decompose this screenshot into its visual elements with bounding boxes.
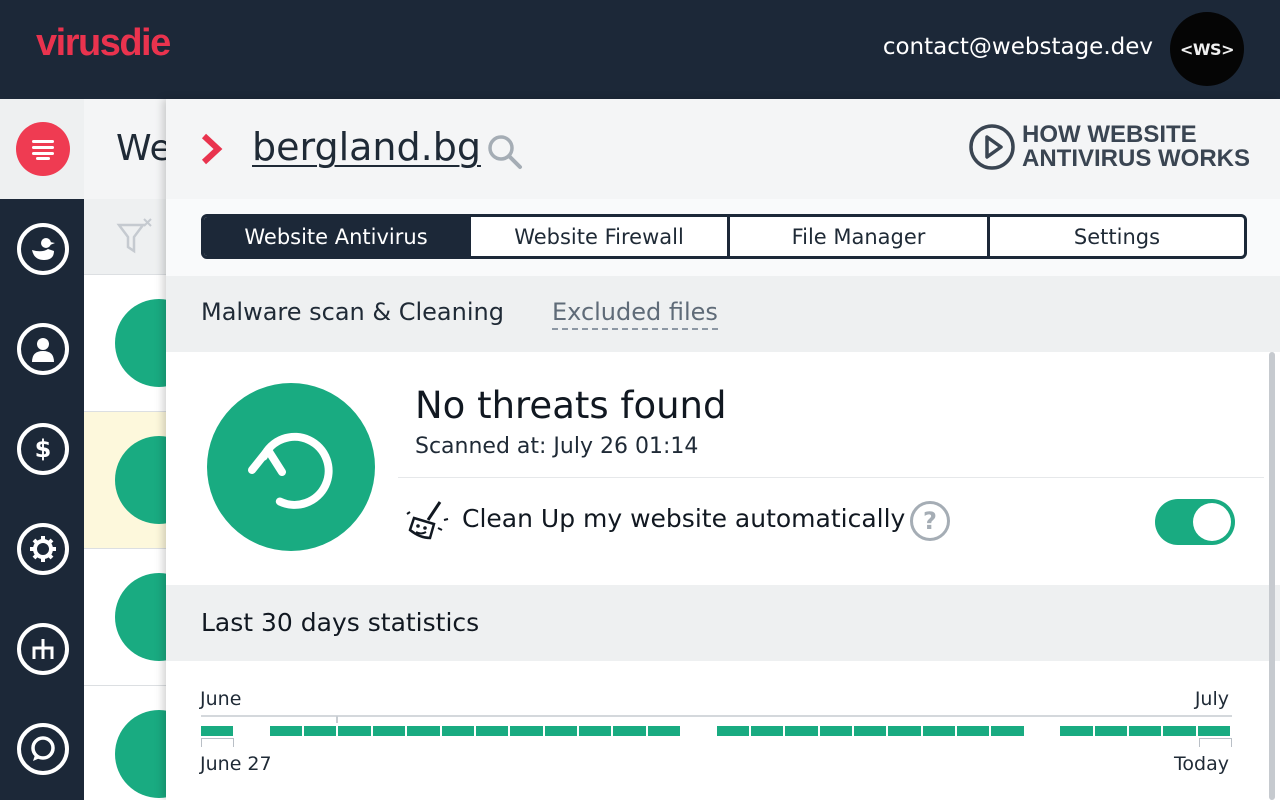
day-bar[interactable]: [750, 726, 784, 736]
sidebar: $: [0, 99, 84, 800]
day-bar[interactable]: [544, 726, 578, 736]
list-item[interactable]: [84, 412, 203, 549]
refresh-icon: [248, 432, 333, 509]
day-bar[interactable]: [372, 726, 406, 736]
sidebar-item-users[interactable]: [17, 323, 69, 375]
site-panel: bergland.bg HOW WEBSITE ANTIVIRUS WORKS …: [166, 99, 1280, 800]
month-start-label: June: [200, 688, 242, 710]
broom-icon: [406, 501, 449, 540]
how-it-works-label: HOW WEBSITE ANTIVIRUS WORKS: [1022, 121, 1250, 172]
sidebar-top: [0, 99, 84, 199]
tab-file-manager[interactable]: File Manager: [727, 217, 987, 256]
day-bar[interactable]: [1094, 726, 1127, 736]
day-bar[interactable]: [269, 726, 303, 736]
background-page-title: We: [116, 128, 172, 169]
dollar-icon: $: [34, 435, 52, 463]
day-bar[interactable]: [888, 726, 921, 736]
scan-status-indicator[interactable]: [207, 383, 375, 551]
list-item[interactable]: [84, 549, 203, 686]
tabs-bar: Website Antivirus Website Firewall File …: [166, 199, 1280, 276]
day-bar[interactable]: [1163, 726, 1196, 736]
gear-icon: [30, 536, 56, 562]
tabs: Website Antivirus Website Firewall File …: [201, 214, 1247, 259]
day-bar[interactable]: [991, 726, 1024, 736]
day-bar[interactable]: [304, 726, 337, 736]
play-circle-icon: [969, 124, 1015, 170]
day-bar[interactable]: [475, 726, 509, 736]
sidebar-item-sitemap[interactable]: [17, 623, 69, 675]
month-end-label: July: [1194, 688, 1229, 710]
sitemap-icon: [32, 639, 54, 659]
scanned-at: Scanned at: July 26 01:14: [415, 434, 699, 459]
tab-website-antivirus[interactable]: Website Antivirus: [204, 217, 468, 256]
help-icon[interactable]: ?: [910, 501, 950, 541]
day-bar[interactable]: [510, 726, 543, 736]
day-bar[interactable]: [1197, 726, 1230, 736]
day-bar[interactable]: [647, 726, 681, 736]
day-bar[interactable]: [853, 726, 887, 736]
day-bar[interactable]: [579, 726, 612, 736]
subtab-malware-scan[interactable]: Malware scan & Cleaning: [201, 298, 504, 326]
background-filter-bar: [84, 199, 174, 275]
last-day-bracket: [1199, 738, 1232, 747]
subtab-excluded-files[interactable]: Excluded files: [552, 298, 718, 330]
timeline-axis: [201, 715, 1232, 717]
chat-icon: [31, 736, 55, 761]
menu-button[interactable]: [16, 122, 70, 176]
sidebar-item-billing[interactable]: $: [17, 423, 69, 475]
first-day-bracket: [201, 738, 234, 747]
divider: [398, 477, 1264, 478]
tab-settings[interactable]: Settings: [987, 217, 1244, 256]
first-day-label: June 27: [200, 753, 272, 775]
day-bar[interactable]: [613, 726, 646, 736]
day-bar[interactable]: [441, 726, 474, 736]
status-title: No threats found: [415, 384, 727, 427]
month-boundary-tick: [336, 716, 338, 723]
day-bar[interactable]: [716, 726, 749, 736]
day-bar[interactable]: [922, 726, 956, 736]
list-item[interactable]: [84, 275, 203, 412]
toggle-knob: [1193, 503, 1231, 541]
day-bar[interactable]: [957, 726, 990, 736]
day-bars: [201, 726, 1232, 736]
chevron-right-icon[interactable]: [200, 133, 224, 165]
user-icon: [32, 338, 54, 362]
day-bar[interactable]: [819, 726, 852, 736]
day-bar[interactable]: [201, 726, 234, 736]
filter-clear-icon[interactable]: [116, 217, 156, 257]
auto-cleanup-label: Clean Up my website automatically: [462, 504, 906, 533]
user-email[interactable]: contact@webstage.dev: [883, 34, 1153, 60]
duck-icon: [32, 238, 55, 260]
avatar[interactable]: <WS>: [1170, 12, 1244, 86]
scan-status-card: No threats found Scanned at: July 26 01:…: [166, 352, 1280, 585]
scrollbar-thumb[interactable]: [1269, 352, 1275, 800]
subtabs: Malware scan & Cleaning Excluded files: [166, 276, 1280, 352]
day-bar[interactable]: [407, 726, 440, 736]
top-bar: virusdie contact@webstage.dev <WS>: [0, 0, 1280, 99]
sidebar-item-duck[interactable]: [17, 223, 69, 275]
logo[interactable]: virusdie: [36, 22, 171, 65]
list-item[interactable]: [84, 686, 203, 800]
day-bar[interactable]: [1060, 726, 1093, 736]
stats-title: Last 30 days statistics: [201, 608, 480, 637]
sidebar-item-settings[interactable]: [17, 523, 69, 575]
stats-timeline: June July June 27 Today: [166, 661, 1280, 800]
day-bar[interactable]: [785, 726, 818, 736]
scrollbar[interactable]: [1266, 352, 1278, 800]
day-bar[interactable]: [338, 726, 371, 736]
menu-icon: [32, 140, 54, 160]
how-it-works-button[interactable]: HOW WEBSITE ANTIVIRUS WORKS: [968, 123, 1252, 171]
site-name[interactable]: bergland.bg: [252, 125, 481, 169]
tab-website-firewall[interactable]: Website Firewall: [468, 217, 727, 256]
stats-header: Last 30 days statistics: [166, 585, 1280, 661]
day-bar[interactable]: [1128, 726, 1162, 736]
last-day-label: Today: [1174, 753, 1229, 775]
sidebar-item-support[interactable]: [17, 723, 69, 775]
search-icon[interactable]: [486, 133, 524, 171]
auto-cleanup-toggle[interactable]: [1155, 499, 1235, 545]
